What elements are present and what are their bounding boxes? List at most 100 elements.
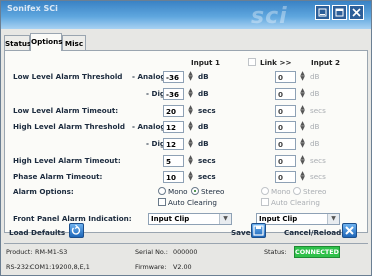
low-analogue-spinner[interactable]: ▲ ▼ <box>185 71 196 83</box>
high-threshold-label: High Level Alarm Threshold <box>13 122 126 131</box>
low-digital-spinner[interactable]: ▲ ▼ <box>185 88 196 100</box>
front-panel-input2-select[interactable]: Input Clip ▼ <box>256 213 340 225</box>
low-timeout-label: Low Level Alarm Timeout: <box>13 106 119 115</box>
in2-low-analogue-input[interactable]: 0 <box>275 71 296 83</box>
minimize-icon <box>318 8 327 17</box>
save-button[interactable] <box>251 223 266 238</box>
in2-mono-label: Mono <box>271 187 291 196</box>
auto-clearing-checkbox[interactable] <box>158 198 166 206</box>
save-icon <box>253 225 264 236</box>
title-bar: Sonifex SCi sci <box>1 1 371 29</box>
in2-auto-clearing-label: Auto Clearing <box>271 198 320 207</box>
in2-high-digital-input[interactable]: 0 <box>275 138 296 150</box>
in2-low-digital-input[interactable]: 0 <box>275 88 296 100</box>
in2-low-timeout-spinner[interactable]: ▲ ▼ <box>297 105 308 117</box>
mono-radio[interactable] <box>158 187 166 195</box>
db-unit: dB <box>310 89 320 98</box>
front-panel-input1-value: Input Clip <box>151 215 190 223</box>
in2-stereo-radio[interactable] <box>293 187 301 195</box>
connection-status-badge: CONNECTED <box>294 246 340 258</box>
high-digital-spinner[interactable]: ▲ ▼ <box>185 138 196 150</box>
alarm-options-label: Alarm Options: <box>13 187 74 196</box>
window-title: Sonifex SCi <box>7 4 58 13</box>
in2-stereo-label: Stereo <box>303 187 327 196</box>
input1-header: Input 1 <box>191 58 220 67</box>
db-unit: dB <box>198 122 209 131</box>
tab-misc[interactable]: Misc <box>62 35 86 50</box>
low-analogue-input[interactable]: -36 <box>163 71 184 83</box>
high-timeout-spinner[interactable]: ▲ ▼ <box>185 155 196 167</box>
stereo-label: Stereo <box>201 187 225 196</box>
in2-low-digital-spinner[interactable]: ▲ ▼ <box>297 88 308 100</box>
serial-value: 000000 <box>173 248 198 256</box>
options-panel: Input 1 Link >> Input 2 Low Level Alarm … <box>4 50 368 233</box>
close-button[interactable] <box>349 5 364 20</box>
in2-high-timeout-input[interactable]: 0 <box>275 155 296 167</box>
close-icon <box>345 226 354 235</box>
db-unit: dB <box>310 139 320 148</box>
link-checkbox[interactable] <box>248 58 256 66</box>
db-unit: dB <box>310 122 320 131</box>
phase-timeout-input[interactable]: 10 <box>163 171 184 183</box>
load-defaults-label[interactable]: Load Defaults <box>9 228 65 237</box>
serial-label: Serial No.: <box>135 248 168 256</box>
high-analogue-input[interactable]: 12 <box>163 121 184 133</box>
product-value: RM-M1-S3 <box>35 248 68 256</box>
in2-low-timeout-input[interactable]: 0 <box>275 105 296 117</box>
rs232-label: RS-232: <box>6 263 32 271</box>
phase-timeout-spinner[interactable]: ▲ ▼ <box>185 171 196 183</box>
input2-header: Input 2 <box>311 58 340 67</box>
chevron-down-icon: ▼ <box>327 214 339 224</box>
low-timeout-spinner[interactable]: ▲ ▼ <box>185 105 196 117</box>
secs-unit: secs <box>198 156 216 165</box>
tab-status[interactable]: Status <box>4 35 31 50</box>
tab-options[interactable]: Options <box>30 33 63 51</box>
in2-auto-clearing-checkbox[interactable] <box>261 198 269 206</box>
db-unit: dB <box>198 139 209 148</box>
high-analogue-spinner[interactable]: ▲ ▼ <box>185 121 196 133</box>
low-threshold-label: Low Level Alarm Threshold <box>13 72 123 81</box>
low-timeout-input[interactable]: 20 <box>163 105 184 117</box>
cancel-reload-button[interactable] <box>342 223 357 238</box>
high-timeout-input[interactable]: 5 <box>163 155 184 167</box>
in2-phase-timeout-input[interactable]: 0 <box>275 171 296 183</box>
secs-unit: secs <box>198 172 216 181</box>
save-label[interactable]: Save <box>231 228 251 237</box>
maximize-icon <box>335 8 344 17</box>
in2-high-digital-spinner[interactable]: ▲ ▼ <box>297 138 308 150</box>
link-label: Link >> <box>260 58 292 67</box>
mono-label: Mono <box>168 187 188 196</box>
db-unit: dB <box>198 89 209 98</box>
rs232-value: COM1:19200,8,E,1 <box>30 263 90 271</box>
front-panel-input1-select[interactable]: Input Clip ▼ <box>148 213 232 225</box>
db-unit: dB <box>310 72 320 81</box>
app-window: Sonifex SCi sci Status Options Misc Inpu… <box>0 0 372 276</box>
in2-mono-radio[interactable] <box>261 187 269 195</box>
db-unit: dB <box>198 72 209 81</box>
in2-phase-timeout-spinner[interactable]: ▲ ▼ <box>297 171 308 183</box>
phase-timeout-label: Phase Alarm Timeout: <box>13 172 103 181</box>
sci-logo: sci <box>251 4 288 29</box>
in2-low-analogue-spinner[interactable]: ▲ ▼ <box>297 71 308 83</box>
in2-high-analogue-spinner[interactable]: ▲ ▼ <box>297 121 308 133</box>
status-label: Status: <box>264 248 287 256</box>
secs-unit: secs <box>198 106 216 115</box>
firmware-label: Firmware: <box>135 263 167 271</box>
secs-unit: secs <box>310 106 326 115</box>
cancel-reload-label[interactable]: Cancel/Reload <box>284 228 341 237</box>
low-digital-input[interactable]: -36 <box>163 88 184 100</box>
stereo-radio[interactable] <box>191 187 199 195</box>
status-divider <box>4 243 368 244</box>
maximize-button[interactable] <box>332 5 347 20</box>
in2-high-analogue-input[interactable]: 0 <box>275 121 296 133</box>
secs-unit: secs <box>310 156 326 165</box>
chevron-down-icon: ▼ <box>219 214 231 224</box>
refresh-icon <box>71 224 81 235</box>
in2-high-timeout-spinner[interactable]: ▲ ▼ <box>297 155 308 167</box>
high-timeout-label: High Level Alarm Timeout: <box>13 156 121 165</box>
front-panel-label: Front Panel Alarm Indication: <box>13 214 132 223</box>
minimize-button[interactable] <box>315 5 330 20</box>
high-digital-input[interactable]: 12 <box>163 138 184 150</box>
load-defaults-button[interactable] <box>69 223 84 238</box>
close-icon <box>352 8 361 17</box>
